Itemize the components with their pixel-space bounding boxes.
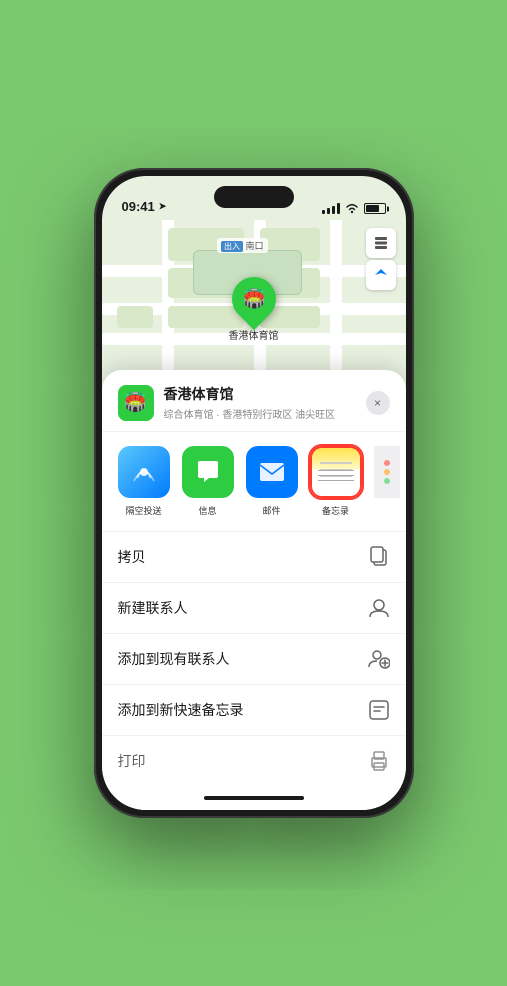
add-notes-icon [368,699,390,721]
airdrop-svg [131,459,157,485]
messages-svg [194,458,222,486]
add-existing-svg [368,648,390,670]
battery-fill [366,205,380,212]
messages-label: 信息 [198,504,216,517]
pin-emoji: 🏟️ [242,289,264,310]
signal-bars-icon [322,203,340,214]
mail-label: 邮件 [262,504,280,517]
mail-svg [258,461,286,483]
action-copy[interactable]: 拷贝 [102,532,406,583]
action-add-existing[interactable]: 添加到现有联系人 [102,634,406,685]
wifi-icon [345,203,359,214]
home-indicator [102,786,406,810]
dynamic-island [214,186,294,208]
notes-label: 备忘录 [322,504,349,517]
map-area[interactable]: 出入 南口 [102,220,406,370]
print-svg [368,751,390,771]
location-pin: 🏟️ 香港体育馆 [229,277,279,342]
map-layers-icon [373,235,389,251]
add-notes-svg [368,699,390,721]
action-add-notes[interactable]: 添加到新快速备忘录 [102,685,406,736]
print-icon [368,750,390,772]
battery-icon [364,203,386,214]
copy-icon [368,546,390,568]
action-print[interactable]: 打印 [102,736,406,786]
new-contact-label: 新建联系人 [118,598,188,618]
pin-circle: 🏟️ [222,268,284,330]
location-arrow-icon: ➤ [159,201,167,212]
share-notes[interactable]: 备忘录 [310,446,362,517]
place-subtitle: 综合体育馆 · 香港特别行政区 油尖旺区 [164,406,366,421]
add-existing-label: 添加到现有联系人 [118,649,230,669]
signal-bar-2 [327,208,330,214]
share-mail[interactable]: 邮件 [246,446,298,517]
action-new-contact[interactable]: 新建联系人 [102,583,406,634]
messages-icon [182,446,234,498]
status-icons [322,203,386,214]
notes-icon [310,446,362,498]
phone-screen: 09:41 ➤ [102,176,406,810]
airdrop-icon [118,446,170,498]
close-button[interactable]: × [366,391,390,415]
copy-svg [369,546,389,568]
new-contact-svg [368,597,390,619]
place-header: 🏟️ 香港体育馆 综合体育馆 · 香港特别行政区 油尖旺区 × [102,370,406,432]
more-icon [374,446,400,498]
bottom-sheet: 🏟️ 香港体育馆 综合体育馆 · 香港特别行政区 油尖旺区 × [102,370,406,810]
airdrop-label: 隔空投送 [125,504,161,517]
more-dots-icon [384,460,390,484]
map-entrance-label: 出入 南口 [217,238,268,253]
phone-frame: 09:41 ➤ [94,168,414,818]
signal-bar-1 [322,210,325,214]
action-list: 拷贝 新建联系人 [102,532,406,786]
map-controls [366,228,396,290]
share-row: 隔空投送 信息 [102,432,406,532]
time-display: 09:41 [122,199,155,214]
status-time: 09:41 ➤ [122,199,167,214]
new-contact-icon [368,597,390,619]
map-layers-button[interactable] [366,228,396,258]
location-button[interactable] [366,260,396,290]
home-bar [204,796,304,800]
place-name: 香港体育馆 [164,384,366,404]
print-label: 打印 [118,751,146,771]
share-more[interactable] [374,446,400,517]
signal-bar-4 [337,203,340,214]
place-icon: 🏟️ [118,385,154,421]
location-arrow-icon [374,268,388,282]
place-info: 香港体育馆 综合体育馆 · 香港特别行政区 油尖旺区 [164,384,366,421]
signal-bar-3 [332,206,335,214]
copy-label: 拷贝 [118,547,146,567]
add-existing-icon [368,648,390,670]
share-messages[interactable]: 信息 [182,446,234,517]
share-airdrop[interactable]: 隔空投送 [118,446,170,517]
mail-icon [246,446,298,498]
add-notes-label: 添加到新快速备忘录 [118,700,244,720]
